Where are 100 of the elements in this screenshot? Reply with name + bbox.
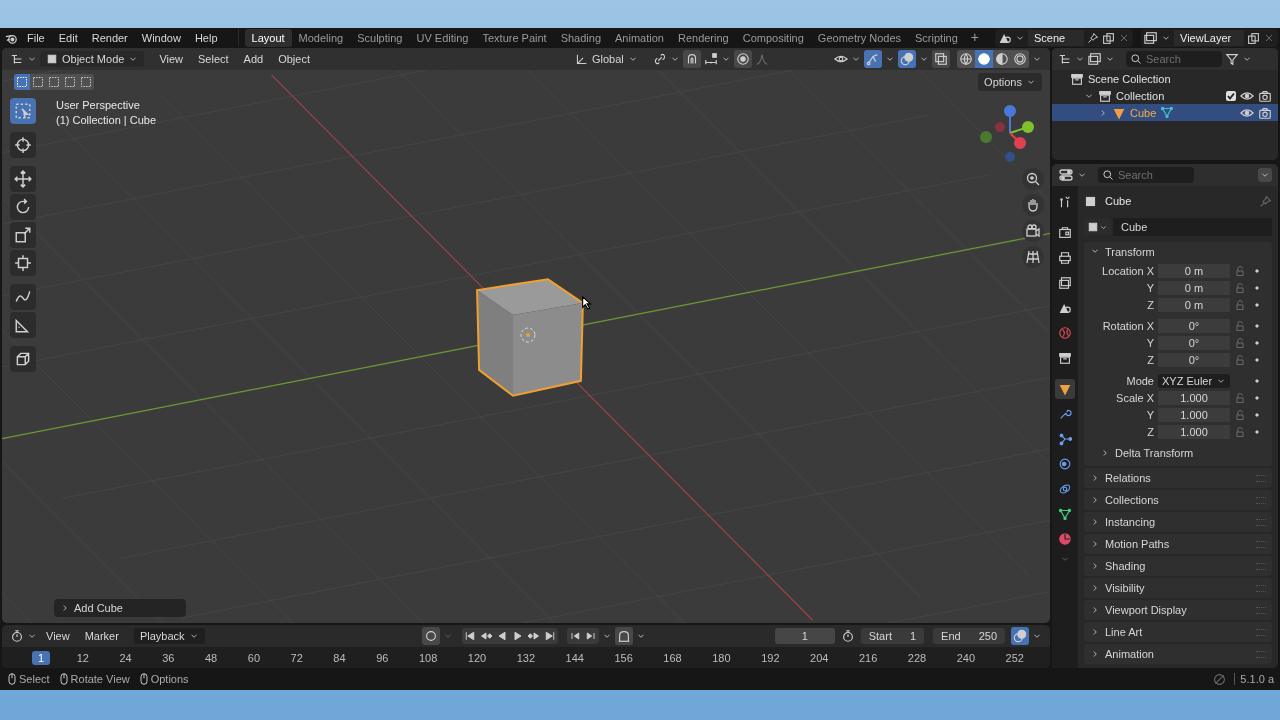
object-name-field[interactable]: Cube (1113, 218, 1272, 236)
workspace-tab[interactable]: Compositing (735, 29, 811, 47)
tool-button[interactable] (10, 346, 36, 372)
outliner-row[interactable]: Cube (1052, 104, 1278, 121)
close-icon[interactable] (1263, 32, 1275, 44)
value-field[interactable]: 0° (1158, 318, 1230, 333)
tool-button[interactable] (10, 312, 36, 338)
collapsed-panel[interactable]: Shading (1084, 556, 1272, 576)
editor-type-icon[interactable] (10, 52, 24, 66)
panel-title[interactable]: Relations (1105, 472, 1151, 484)
tool-button[interactable] (10, 166, 36, 192)
tool-button[interactable] (10, 222, 36, 248)
rotation-mode-dropdown[interactable]: XYZ Euler (1158, 373, 1230, 388)
value-field[interactable]: 0 m (1158, 280, 1230, 295)
workspace-tab[interactable]: Geometry Nodes (810, 29, 908, 47)
tool-button[interactable] (10, 132, 36, 158)
next-frame-icon[interactable] (584, 630, 597, 642)
workspace-tab[interactable]: Scripting (908, 29, 965, 47)
collapsed-panel[interactable]: Viewport Display (1084, 600, 1272, 620)
drag-handle-icon[interactable] (1256, 650, 1266, 658)
current-frame-field[interactable]: 1 (774, 628, 835, 644)
drag-handle-icon[interactable] (1256, 540, 1266, 548)
view-layer-icon[interactable] (1088, 52, 1102, 66)
workspace-tab[interactable]: UV Editing (409, 29, 476, 47)
value-field[interactable]: 0° (1158, 352, 1230, 367)
panel-title[interactable]: Line Art (1105, 626, 1143, 638)
zoom-icon[interactable] (1025, 171, 1041, 187)
lock-icon[interactable] (1234, 264, 1246, 277)
workspace-tab[interactable]: Animation (608, 29, 671, 47)
cube-drawing[interactable] (476, 278, 584, 397)
drag-handle-icon[interactable] (1256, 628, 1266, 636)
outliner-row[interactable]: Scene Collection (1052, 70, 1278, 87)
panel-title[interactable]: Viewport Display (1105, 604, 1187, 616)
camera-icon[interactable] (1258, 105, 1272, 120)
3d-viewport[interactable]: Object Mode View Select Add Object Global Options User Perspective (1) Collection | Cube Add Cube (2, 48, 1050, 623)
menu-item[interactable]: Add (237, 51, 270, 67)
drag-handle-icon[interactable] (1256, 562, 1266, 570)
last-operator-title[interactable]: Add Cube (74, 602, 123, 614)
copy-icon[interactable] (1247, 31, 1260, 45)
drag-handle-icon[interactable] (1256, 606, 1266, 614)
menu-item[interactable]: Marker (78, 628, 125, 644)
properties-tab[interactable] (1055, 379, 1075, 399)
panel-header[interactable]: Transform (1084, 242, 1272, 262)
menu-item[interactable]: Window (135, 30, 187, 46)
outliner-label[interactable]: Cube (1130, 106, 1157, 119)
shading-mode-button[interactable] (993, 50, 1011, 68)
menu-item[interactable]: Help (188, 30, 224, 46)
link-icon[interactable] (652, 52, 667, 66)
overlay-toggle[interactable] (898, 50, 916, 68)
lock-icon[interactable] (1234, 408, 1246, 421)
shading-mode-button[interactable] (1011, 50, 1029, 68)
stopwatch-icon[interactable] (840, 629, 855, 643)
value-field[interactable]: 0 m (1158, 263, 1230, 278)
workspace-tab[interactable]: Layout (244, 29, 292, 47)
search-field[interactable]: Search (1098, 167, 1194, 183)
editor-type-icon[interactable] (1058, 167, 1074, 183)
menu-item[interactable]: View (153, 51, 190, 67)
menu-item[interactable]: Select (192, 51, 235, 67)
options-dropdown[interactable]: Options (978, 73, 1042, 91)
value-field[interactable]: 1.000 (1158, 407, 1230, 422)
outliner-label[interactable]: Scene Collection (1088, 72, 1171, 85)
next-key-icon[interactable] (527, 630, 540, 642)
workspace-tab[interactable]: Modeling (291, 29, 351, 47)
collapsed-panel[interactable]: Motion Paths (1084, 534, 1272, 554)
end-frame-field[interactable]: End 250 (933, 628, 1005, 644)
panel-title[interactable]: Motion Paths (1105, 538, 1170, 550)
outliner-label[interactable]: Collection (1116, 89, 1165, 102)
add-workspace-button[interactable]: + (964, 29, 985, 47)
workspace-tab[interactable]: Texture Paint (475, 29, 554, 47)
value-field[interactable]: 0 m (1158, 297, 1230, 312)
shading-mode-button[interactable] (957, 50, 975, 68)
subpanel-header[interactable]: Delta Transform (1084, 444, 1272, 462)
workspace-tab[interactable]: Rendering (670, 29, 736, 47)
value-field[interactable]: 1.000 (1158, 390, 1230, 405)
tool-button[interactable] (10, 250, 36, 276)
record-icon[interactable] (423, 629, 438, 643)
panel-title[interactable]: Shading (1105, 560, 1146, 572)
selection-mode-button[interactable] (46, 74, 62, 90)
previous-key-icon[interactable] (479, 630, 492, 642)
last-operator-panel[interactable]: Add Cube (54, 599, 186, 617)
drag-handle-icon[interactable] (1256, 518, 1266, 526)
copy-icon[interactable] (1102, 31, 1115, 45)
menu-item[interactable]: File (21, 30, 51, 46)
scene-name[interactable]: Scene (1028, 30, 1084, 46)
lock-icon[interactable] (1234, 281, 1246, 294)
lock-icon[interactable] (1234, 298, 1246, 311)
collapsed-panel[interactable]: Instancing (1084, 512, 1272, 532)
view-layer-name[interactable]: ViewLayer (1174, 30, 1244, 46)
previous-frame-icon[interactable] (568, 630, 581, 642)
value-field[interactable]: 1.000 (1158, 424, 1230, 439)
drag-handle-icon[interactable] (1256, 496, 1266, 504)
lock-icon[interactable] (1234, 391, 1246, 404)
proportional-edit-icon[interactable] (735, 52, 750, 66)
playback-dropdown[interactable]: Playback (133, 628, 205, 644)
mode-dropdown[interactable]: Object Mode (40, 51, 145, 67)
scene-selector[interactable]: Scene (995, 29, 1133, 47)
filter-icon[interactable] (1225, 52, 1239, 66)
lock-icon[interactable] (1234, 319, 1246, 332)
lock-icon[interactable] (1234, 353, 1246, 366)
lock-icon[interactable] (1234, 425, 1246, 438)
